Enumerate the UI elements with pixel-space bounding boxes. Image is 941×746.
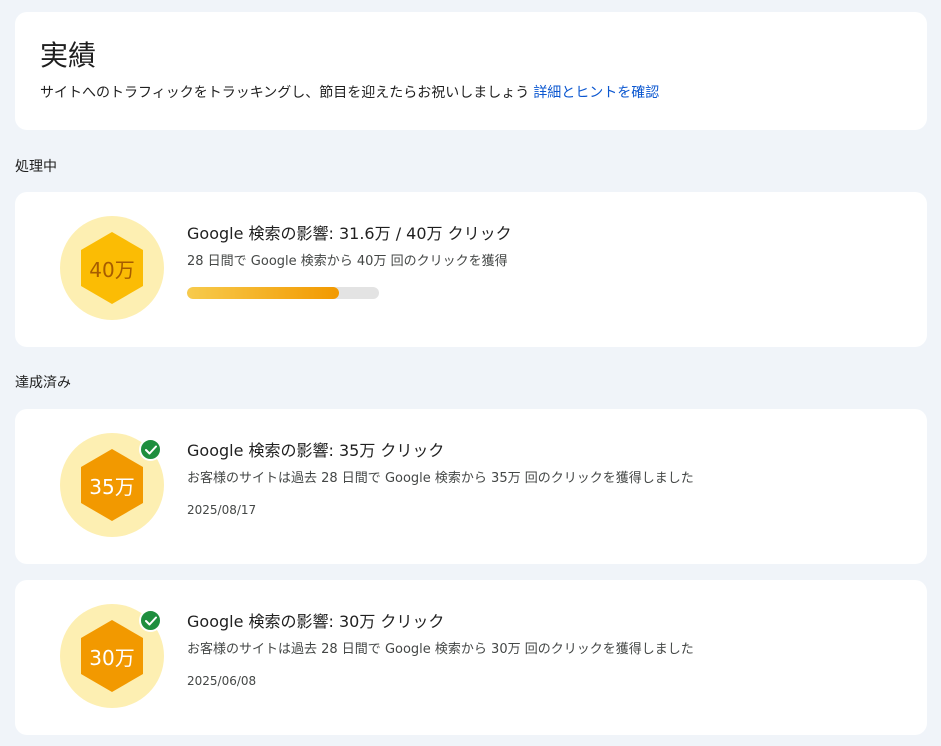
card-description: 28 日間で Google 検索から 40万 回のクリックを獲得 — [187, 254, 508, 269]
page-description: サイトへのトラフィックをトラッキングし、節目を迎えたらお祝いしましょう 詳細とヒン… — [40, 82, 659, 102]
progress-bar — [187, 287, 379, 299]
achievements-page: 実績 サイトへのトラフィックをトラッキングし、節目を迎えたらお祝いしましょう 詳細… — [0, 0, 941, 746]
details-link[interactable]: 詳細とヒントを確認 — [533, 85, 659, 101]
card-title: Google 検索の影響: 30万 クリック — [187, 612, 445, 631]
section-label-achieved: 達成済み — [15, 375, 71, 391]
section-label-in-progress: 処理中 — [15, 159, 57, 175]
check-circle-icon — [139, 609, 162, 632]
check-circle-icon — [139, 438, 162, 461]
milestone-badge: 40万 — [60, 216, 164, 320]
achieved-date: 2025/06/08 — [187, 674, 257, 688]
card-description: お客様のサイトは過去 28 日間で Google 検索から 30万 回のクリック… — [187, 642, 694, 657]
card-title: Google 検索の影響: 31.6万 / 40万 クリック — [187, 224, 512, 243]
badge-label: 40万 — [89, 257, 135, 282]
card-description: お客様のサイトは過去 28 日間で Google 検索から 35万 回のクリック… — [187, 471, 694, 486]
milestone-card-achieved[interactable]: 30万 Google 検索の影響: 30万 クリック お客様のサイトは過去 28… — [15, 580, 927, 735]
achieved-date: 2025/08/17 — [187, 503, 257, 517]
card-title: Google 検索の影響: 35万 クリック — [187, 441, 445, 460]
milestone-card-achieved[interactable]: 35万 Google 検索の影響: 35万 クリック お客様のサイトは過去 28… — [15, 409, 927, 564]
page-description-text: サイトへのトラフィックをトラッキングし、節目を迎えたらお祝いしましょう — [40, 85, 530, 101]
progress-bar-fill — [187, 287, 339, 299]
page-title: 実績 — [40, 39, 97, 72]
milestone-card-in-progress[interactable]: 40万 Google 検索の影響: 31.6万 / 40万 クリック 28 日間… — [15, 192, 927, 347]
header-card: 実績 サイトへのトラフィックをトラッキングし、節目を迎えたらお祝いしましょう 詳細… — [15, 12, 927, 130]
